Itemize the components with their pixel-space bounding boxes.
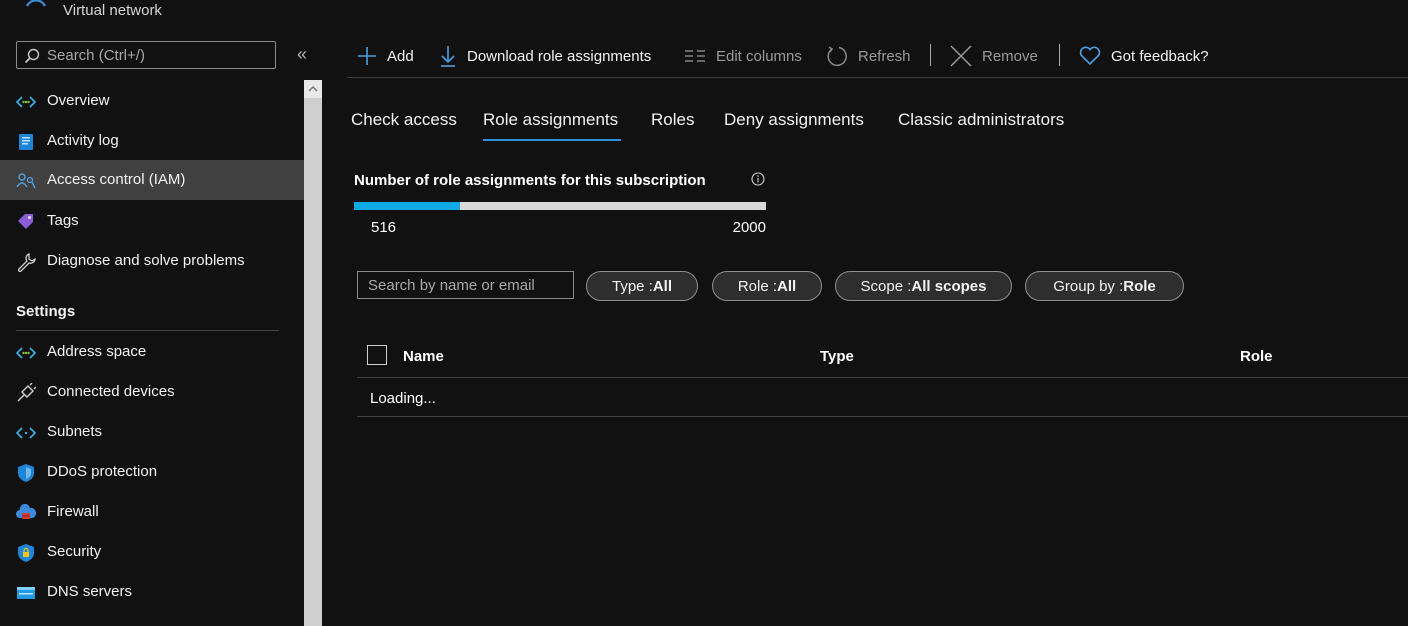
subnets-icon [15, 423, 37, 443]
sidebar-item-access-control[interactable]: Access control (IAM) [0, 160, 304, 200]
toolbar-separator [930, 44, 931, 66]
settings-divider [16, 330, 279, 331]
role-assignment-current-count: 516 [371, 219, 397, 236]
refresh-button[interactable]: Refresh [826, 44, 911, 68]
security-icon [16, 543, 36, 563]
sidebar-item-overview[interactable]: Overview [0, 81, 304, 121]
tab-classic-administrators[interactable]: Classic administrators [898, 110, 1064, 130]
tag-icon [16, 212, 36, 232]
sidebar-search-input[interactable] [47, 44, 267, 66]
sidebar-item-label: Address space [47, 343, 147, 360]
feedback-label: Got feedback? [1111, 47, 1209, 65]
heart-icon [1079, 46, 1101, 66]
sidebar-item-diagnose[interactable]: Diagnose and solve problems [0, 241, 304, 281]
refresh-label: Refresh [858, 47, 911, 65]
sidebar-item-label: Tags [47, 212, 79, 229]
download-icon [441, 46, 455, 67]
shield-icon [16, 463, 36, 483]
scope-filter-value: All scopes [911, 277, 987, 295]
toolbar-separator [1059, 44, 1060, 66]
sidebar-search[interactable] [16, 41, 276, 69]
column-header-type[interactable]: Type [820, 348, 854, 365]
group-by-pill[interactable]: Group by : Role [1025, 271, 1184, 301]
type-filter-value: All [652, 277, 673, 295]
role-filter-pill[interactable]: Role : All [712, 271, 822, 301]
role-filter-value: All [777, 277, 797, 295]
info-icon[interactable] [751, 172, 765, 186]
column-header-name[interactable]: Name [403, 348, 444, 365]
active-tab-indicator [483, 139, 621, 141]
sidebar-item-label: Connected devices [47, 383, 175, 400]
firewall-icon [16, 503, 37, 523]
refresh-icon [827, 46, 847, 67]
remove-label: Remove [982, 47, 1038, 65]
add-button[interactable]: Add [357, 44, 414, 68]
sidebar-item-connected-devices[interactable]: Connected devices [0, 372, 304, 412]
sidebar-item-label: Overview [47, 92, 110, 109]
edit-columns-label: Edit columns [716, 47, 802, 65]
collapse-sidebar-icon[interactable]: « [292, 44, 312, 64]
tab-roles[interactable]: Roles [651, 110, 694, 130]
add-button-label: Add [387, 47, 414, 65]
feedback-button[interactable]: Got feedback? [1079, 44, 1209, 68]
sidebar-item-firewall[interactable]: Firewall [0, 492, 304, 532]
select-all-checkbox[interactable] [367, 345, 387, 365]
sidebar-item-address-space[interactable]: Address space [0, 332, 304, 372]
close-icon [950, 45, 972, 67]
sidebar-item-ddos-protection[interactable]: DDoS protection [0, 452, 304, 492]
edit-columns-button[interactable]: Edit columns [684, 44, 802, 68]
group-by-value: Role [1123, 277, 1156, 295]
assignment-search[interactable] [357, 271, 574, 299]
tab-deny-assignments[interactable]: Deny assignments [724, 110, 864, 130]
columns-icon [685, 50, 705, 62]
role-assignment-usage-fill [354, 202, 461, 210]
role-assignment-count-title: Number of role assignments for this subs… [354, 172, 706, 189]
sidebar-item-label: Diagnose and solve problems [47, 252, 245, 269]
sidebar-item-security[interactable]: Security [0, 532, 304, 572]
sidebar-item-dns-servers[interactable]: DNS servers [0, 572, 304, 612]
table-loading-text: Loading... [370, 390, 436, 407]
type-filter-label: Type : [611, 277, 653, 295]
download-button-label: Download role assignments [467, 47, 652, 65]
group-by-label: Group by : [1053, 277, 1124, 295]
address-space-icon [15, 343, 37, 363]
sidebar-scrollbar[interactable] [304, 80, 322, 626]
activity-log-icon [16, 132, 36, 152]
sidebar-item-label: DDoS protection [47, 463, 158, 480]
sidebar-item-label: Activity log [47, 132, 119, 149]
assignment-search-input[interactable] [368, 275, 563, 295]
remove-button[interactable]: Remove [950, 44, 1038, 68]
virtual-network-logo-icon [24, 0, 48, 8]
search-icon [24, 48, 40, 64]
scope-filter-pill[interactable]: Scope : All scopes [835, 271, 1012, 301]
iam-icon [16, 171, 36, 191]
sidebar-item-label: Security [47, 543, 102, 560]
sidebar-item-subnets[interactable]: Subnets [0, 412, 304, 452]
overview-icon [15, 92, 37, 112]
sidebar-item-activity-log[interactable]: Activity log [0, 121, 304, 161]
table-header-divider [357, 377, 1408, 378]
download-role-assignments-button[interactable]: Download role assignments [439, 44, 651, 68]
plus-icon [358, 47, 376, 65]
scope-filter-label: Scope : [860, 277, 912, 295]
scroll-up-icon[interactable] [304, 80, 322, 98]
sidebar-item-label: Firewall [47, 503, 99, 520]
wrench-icon [16, 252, 36, 273]
plug-icon [16, 382, 37, 403]
type-filter-pill[interactable]: Type : All [586, 271, 698, 301]
role-filter-label: Role : [737, 277, 777, 295]
sidebar-item-label: Subnets [47, 423, 103, 440]
sidebar-item-label: Access control (IAM) [47, 171, 186, 188]
tab-role-assignments[interactable]: Role assignments [483, 110, 618, 130]
dns-icon [16, 583, 36, 603]
sidebar-item-label: DNS servers [47, 583, 133, 600]
resource-type-title: Virtual network [63, 2, 162, 19]
role-assignment-limit: 2000 [732, 219, 766, 236]
table-row-divider [357, 416, 1408, 417]
sidebar-item-tags[interactable]: Tags [0, 201, 304, 241]
settings-heading: Settings [16, 303, 76, 320]
tab-check-access[interactable]: Check access [351, 110, 457, 130]
toolbar-divider [347, 77, 1408, 78]
column-header-role[interactable]: Role [1240, 348, 1273, 365]
